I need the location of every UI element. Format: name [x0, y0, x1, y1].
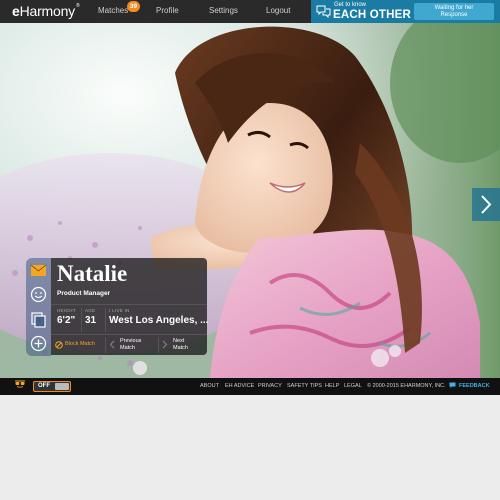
location-label: I LIVE IN — [109, 308, 130, 313]
copy-icon — [31, 312, 46, 328]
profile-stats: HEIGHT 6'2" AGE 31 I LIVE IN West Los An… — [51, 304, 208, 335]
send-smile-button[interactable] — [30, 286, 47, 303]
next-match-label-1: Next — [173, 338, 185, 344]
toggle-state-label: OFF — [38, 383, 50, 389]
previous-match-label-1: Previous — [120, 338, 142, 344]
add-to-favorites-button[interactable] — [30, 335, 47, 352]
chat-bubbles-icon — [316, 5, 331, 18]
incognito-toggle[interactable]: OFF — [33, 381, 71, 392]
waiting-line-1: Waiting for her — [434, 5, 474, 11]
age-stat: AGE 31 — [85, 308, 96, 333]
profile-name: Natalie — [57, 261, 128, 286]
nav-profile[interactable]: Profile — [156, 6, 179, 15]
chevron-left-icon — [109, 340, 115, 349]
logo-e: e — [12, 3, 20, 19]
footer-copyright: © 2000-2015 EHARMONY, INC. — [367, 383, 446, 389]
action-divider — [158, 337, 159, 353]
logo-trademark: ® — [76, 3, 80, 9]
waiting-line-2: Response — [440, 12, 468, 18]
matches-count-badge: 39 — [127, 1, 140, 12]
footer-link-about[interactable]: ABOUT — [200, 383, 219, 389]
profile-action-sidebar — [26, 258, 51, 356]
nav-matches-label: Matches — [98, 6, 129, 15]
action-divider — [105, 337, 106, 353]
feedback-icon — [449, 382, 456, 388]
app-window: eHarmony® Matches 39 Profile Settings Lo… — [0, 0, 500, 500]
plus-icon — [30, 335, 47, 352]
waiting-response-button[interactable]: Waiting for her Response — [414, 3, 494, 20]
profile-job: Product Manager — [57, 290, 111, 297]
block-icon — [55, 341, 63, 349]
toggle-knob[interactable] — [55, 383, 69, 390]
top-nav: eHarmony® Matches 39 Profile Settings Lo… — [0, 0, 500, 23]
previous-match-label-2: Match — [120, 345, 135, 351]
next-photo-arrow[interactable] — [472, 188, 500, 221]
nav-settings-label: Settings — [209, 6, 238, 15]
nav-logout-label: Logout — [266, 6, 291, 15]
footer-bar: OFF ABOUT EH ADVICE PRIVACY SAFETY TIPS … — [0, 378, 500, 395]
chevron-right-small-icon — [162, 340, 168, 349]
age-value: 31 — [85, 315, 97, 326]
nav-settings[interactable]: Settings — [209, 6, 238, 15]
send-questions-button[interactable] — [30, 311, 47, 328]
profile-card: Natalie Product Manager HEIGHT 6'2" AGE … — [51, 258, 208, 355]
footer-link-safety-tips[interactable]: SAFETY TIPS — [287, 383, 322, 389]
height-label: HEIGHT — [57, 308, 76, 313]
profile-actions: Block Match Previous Match Next Match — [51, 335, 207, 355]
get-to-know-banner[interactable]: Get to know EACH OTHER Waiting for her R… — [311, 0, 500, 23]
smile-icon — [30, 286, 47, 303]
chevron-right-icon — [481, 195, 492, 214]
feedback-link[interactable]: FEEDBACK — [459, 383, 490, 389]
height-stat: HEIGHT 6'2" — [57, 308, 76, 333]
footer-link-help[interactable]: HELP — [325, 383, 339, 389]
next-match-button[interactable]: Next Match — [173, 338, 188, 358]
nav-profile-label: Profile — [156, 6, 179, 15]
next-match-label-2: Match — [173, 345, 188, 351]
footer-link-legal[interactable]: LEGAL — [344, 383, 362, 389]
cta-title: EACH OTHER — [333, 9, 412, 21]
footer-link-privacy[interactable]: PRIVACY — [258, 383, 282, 389]
send-message-button[interactable] — [30, 262, 47, 279]
logo-text: Harmony — [19, 3, 76, 19]
stat-divider — [81, 308, 82, 332]
cta-subtitle: Get to know — [334, 2, 367, 8]
location-stat: I LIVE IN West Los Angeles, ... — [109, 308, 208, 333]
previous-match-button[interactable]: Previous Match — [120, 338, 141, 358]
eharmony-logo[interactable]: eHarmony® — [12, 3, 80, 19]
age-label: AGE — [85, 308, 96, 313]
stat-divider — [105, 308, 106, 332]
nav-logout[interactable]: Logout — [266, 6, 290, 15]
height-value: 6'2" — [57, 315, 76, 326]
location-value: West Los Angeles, ... — [109, 315, 209, 326]
incognito-glasses-icon — [15, 380, 25, 388]
footer-link-advice[interactable]: EH ADVICE — [225, 383, 254, 389]
envelope-icon — [30, 264, 47, 276]
nav-matches[interactable]: Matches — [98, 6, 128, 15]
block-match-button[interactable]: Block Match — [65, 341, 95, 361]
